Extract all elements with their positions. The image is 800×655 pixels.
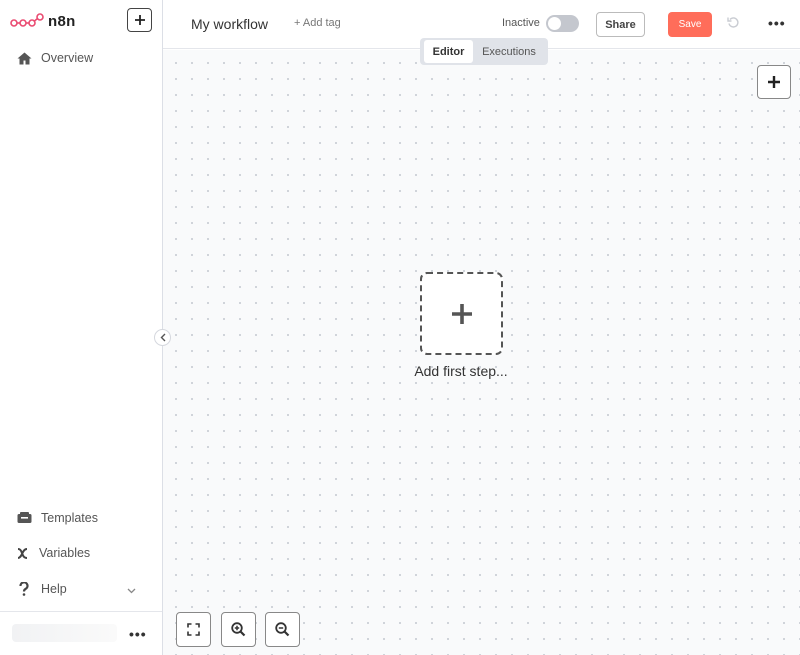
sidebar-item-label: Help (41, 582, 67, 596)
plus-icon (451, 303, 472, 324)
sidebar-item-label: Variables (39, 546, 91, 560)
sidebar-item-overview[interactable]: Overview (0, 43, 162, 73)
zoom-in-button[interactable] (221, 612, 256, 647)
add-first-step-button[interactable] (420, 272, 503, 355)
logo-text: n8n (48, 12, 76, 30)
sidebar-divider (0, 611, 162, 612)
share-button[interactable]: Share (596, 12, 645, 37)
add-tag-button[interactable]: + Add tag (294, 17, 341, 29)
user-info[interactable] (12, 624, 117, 642)
sidebar-item-label: Templates (41, 511, 98, 525)
workflow-menu-button[interactable]: ••• (768, 15, 786, 31)
plus-icon (768, 76, 780, 88)
home-icon (16, 50, 32, 66)
variables-icon (15, 545, 31, 561)
zoom-out-icon (275, 622, 290, 637)
n8n-logo[interactable]: n8n (10, 12, 76, 30)
view-tabs: Editor Executions (420, 38, 548, 65)
chevron-down-icon[interactable] (127, 583, 136, 597)
help-icon (16, 581, 32, 597)
sidebar-item-variables[interactable]: Variables (0, 538, 162, 568)
add-first-step-label: Add first step... (414, 363, 508, 379)
fullscreen-icon (187, 623, 200, 636)
tab-editor[interactable]: Editor (424, 40, 473, 63)
zoom-to-fit-button[interactable] (176, 612, 211, 647)
zoom-in-icon (231, 622, 246, 637)
n8n-logo-icon (10, 13, 44, 27)
collapse-sidebar-button[interactable] (154, 329, 171, 346)
tab-executions[interactable]: Executions (473, 40, 545, 63)
toggle-knob (548, 17, 561, 30)
active-status-label: Inactive (502, 17, 540, 29)
open-nodes-panel-button[interactable] (757, 65, 791, 99)
plus-icon (134, 15, 145, 25)
templates-icon (16, 510, 32, 526)
sidebar: n8n Overview Templates Variables Help ••… (0, 0, 163, 655)
create-button[interactable] (127, 8, 152, 32)
user-menu-button[interactable]: ••• (129, 626, 147, 642)
history-icon[interactable] (727, 16, 740, 34)
chevron-left-icon (160, 333, 165, 342)
sidebar-item-help[interactable]: Help (0, 574, 162, 604)
sidebar-item-label: Overview (41, 51, 94, 65)
workflow-name[interactable]: My workflow (191, 16, 268, 32)
active-toggle[interactable] (546, 15, 579, 32)
sidebar-item-templates[interactable]: Templates (0, 503, 162, 533)
zoom-out-button[interactable] (265, 612, 300, 647)
save-button[interactable]: Save (668, 12, 712, 37)
